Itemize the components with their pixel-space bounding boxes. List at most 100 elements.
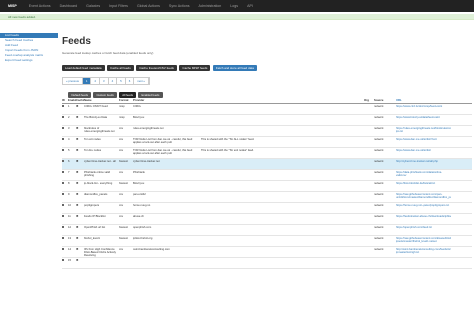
row-name: Tor exit nodes xyxy=(84,138,101,141)
row-name: Phishtank online valid phishing xyxy=(84,171,110,178)
row-id: 7 xyxy=(68,171,70,174)
nav-global-actions[interactable]: Global Actions xyxy=(137,4,160,8)
pagination-page-3[interactable]: 3 xyxy=(100,78,109,84)
filter-enabled-feeds[interactable]: Enabled feeds xyxy=(137,92,163,98)
header-caching[interactable]: Caching xyxy=(76,99,84,102)
table-row[interactable]: 2 ✖ The Botvrij.eu Data misp Botvrij.eu netwo… xyxy=(62,115,472,126)
disabled-x-icon: ✖ xyxy=(76,237,79,240)
row-provider: Phishtank xyxy=(133,171,145,174)
fetch-all-feeds-button[interactable]: Fetch and store all feed data xyxy=(212,65,257,71)
row-url[interactable]: https://home.nuug.no/~peter/pop3gropers.… xyxy=(396,204,451,207)
table-row[interactable]: 11 ✖ Feodo IP Blocklist csv abuse.ch network h… xyxy=(62,214,472,225)
pagination-page-2[interactable]: 2 xyxy=(91,78,101,84)
header-name[interactable]: Name xyxy=(84,99,119,102)
row-url[interactable]: https://lists.blocklist.de/lists/all.txt xyxy=(396,182,451,185)
row-checkbox[interactable] xyxy=(62,171,65,174)
row-format: freetext xyxy=(119,182,128,185)
disabled-x-icon: ✖ xyxy=(76,182,79,185)
nav-input-filters[interactable]: Input Filters xyxy=(109,4,128,8)
table-row[interactable]: 15 ✖ xyxy=(62,258,472,269)
pagination-page-4[interactable]: 4 xyxy=(109,78,118,84)
header-source[interactable]: Source xyxy=(374,99,396,102)
row-checkbox[interactable] xyxy=(62,204,65,207)
nav-administration[interactable]: Administration xyxy=(199,4,222,8)
row-checkbox[interactable] xyxy=(62,237,65,240)
table-row[interactable]: 1 ✖ CIRCL OSINT Feed misp CIRCL network https:… xyxy=(62,104,472,115)
row-url[interactable]: https://openphish.com/feed.txt xyxy=(396,226,451,229)
cache-misp-feeds-button[interactable]: Cache MISP feeds xyxy=(179,65,211,71)
table-row[interactable]: 6 ✖ cybercrime-tracker.net - all freetext cy… xyxy=(62,159,472,170)
row-checkbox[interactable] xyxy=(62,149,65,152)
table-row[interactable]: 13 ✖ firehol_level1 freetext iplists.firehol… xyxy=(62,236,472,247)
disabled-x-icon: ✖ xyxy=(76,204,79,207)
caching-status-cell: ✖ xyxy=(76,237,84,240)
row-url[interactable]: https://raw.githubusercontent.com/ktsaou… xyxy=(396,237,451,243)
cache-freetext-feeds-button[interactable]: Cache freetext/CSV feeds xyxy=(136,65,177,71)
caching-status-cell: ✖ xyxy=(76,105,84,108)
row-checkbox[interactable] xyxy=(62,138,65,141)
pagination-next[interactable]: next » xyxy=(134,78,149,84)
row-source: network xyxy=(374,160,384,163)
row-checkbox[interactable] xyxy=(62,259,65,262)
row-checkbox[interactable] xyxy=(62,193,65,196)
row-url[interactable]: https://feodotracker.abuse.ch/downloads/… xyxy=(396,215,451,218)
row-id: 11 xyxy=(68,215,71,218)
nav-dashboard[interactable]: Dashboard xyxy=(60,4,78,8)
filter-default-feeds[interactable]: Default feeds xyxy=(68,92,92,98)
nav-api[interactable]: API xyxy=(247,4,253,8)
header-enabled[interactable]: Enabled xyxy=(68,99,76,102)
table-row[interactable]: 8 ✖ ip-block-list - everything freetext Botv… xyxy=(62,181,472,192)
load-default-metadata-button[interactable]: Load default feed metadata xyxy=(62,65,105,71)
row-url[interactable]: https://data.phishtank.com/data/online-v… xyxy=(396,171,451,177)
filter-all-feeds[interactable]: All feeds xyxy=(118,92,137,98)
sidebar-item-export-settings[interactable]: Export Feed settings xyxy=(0,58,58,63)
row-name: ip-block-list - everything xyxy=(84,182,113,185)
nav-brand[interactable]: MISP xyxy=(8,4,17,8)
cache-all-feeds-button[interactable]: Cache all feeds xyxy=(107,65,134,71)
pagination-previous[interactable]: « previous xyxy=(63,78,83,84)
row-url[interactable]: https://www.botvrij.eu/data/feed-osint xyxy=(396,116,451,119)
row-checkbox[interactable] xyxy=(62,248,65,251)
nav-galaxies[interactable]: Galaxies xyxy=(86,4,100,8)
nav-event-actions[interactable]: Event Actions xyxy=(29,4,51,8)
row-url[interactable]: https://raw.githubusercontent.com/pan-un… xyxy=(396,193,451,199)
row-url[interactable]: https://www.circl.lu/doc/misp/feed-osint xyxy=(396,105,451,108)
row-checkbox[interactable] xyxy=(62,226,65,229)
table-row[interactable]: 12 ✖ OpenPhish url list freetext openphish.c… xyxy=(62,225,472,236)
disabled-x-icon: ✖ xyxy=(76,160,79,163)
row-format: freetext xyxy=(119,226,128,229)
table-row[interactable]: 10 ✖ pop3gropers csv home.nuug.no network http… xyxy=(62,203,472,214)
table-row[interactable]: 3 ✖ blockrules of rules.emergingthreats.ne… xyxy=(62,126,472,137)
row-url[interactable]: http://osint.bambenekconsulting.com/feed… xyxy=(396,248,451,254)
row-checkbox[interactable] xyxy=(62,160,65,163)
row-provider: cybercrime-tracker.net xyxy=(133,160,160,163)
header-format[interactable]: Format xyxy=(119,99,133,102)
table-row[interactable]: 7 ✖ Phishtank online valid phishing csv Phis… xyxy=(62,170,472,181)
filter-custom-feeds[interactable]: Custom feeds xyxy=(92,92,118,98)
row-url[interactable]: http://cybercrime-tracker.net/all.php xyxy=(396,160,451,163)
table-row[interactable]: 5 ✖ Tor ALL nodes csv TOR Node List from dan… xyxy=(62,148,472,159)
row-checkbox[interactable] xyxy=(62,105,65,108)
table-row[interactable]: 14 ✖ IPs from High Confidence DGA-Based C&… xyxy=(62,247,472,258)
row-format: csv xyxy=(119,149,124,152)
row-format: csv xyxy=(119,215,124,218)
row-url[interactable]: https://www.dan.me.uk/torlist/ xyxy=(396,149,451,152)
disabled-x-icon: ✖ xyxy=(76,149,79,152)
pagination-page-5[interactable]: 5 xyxy=(117,78,126,84)
row-checkbox[interactable] xyxy=(62,116,65,119)
table-row[interactable]: 9 ✖ diamondfox_panels csv pan-unit42 network h… xyxy=(62,192,472,203)
pagination-page-6[interactable]: 6 xyxy=(126,78,135,84)
row-checkbox[interactable] xyxy=(62,215,65,218)
pagination-page-1[interactable]: 1 xyxy=(82,78,92,84)
header-url[interactable]: URL xyxy=(396,99,451,102)
header-provider[interactable]: Provider xyxy=(133,99,201,102)
row-id: 8 xyxy=(68,182,70,185)
nav-sync-actions[interactable]: Sync Actions xyxy=(169,4,190,8)
row-checkbox[interactable] xyxy=(62,182,65,185)
nav-logs[interactable]: Logs xyxy=(230,4,238,8)
row-checkbox[interactable] xyxy=(62,127,65,130)
table-row[interactable]: 4 ✖ Tor exit nodes csv TOR Node List from da… xyxy=(62,137,472,148)
row-url[interactable]: https://www.dan.me.uk/torlist/?exit xyxy=(396,138,451,141)
header-org[interactable]: Org xyxy=(364,99,374,102)
row-url[interactable]: https://rules.emergingthreats.net/blockr… xyxy=(396,127,451,133)
